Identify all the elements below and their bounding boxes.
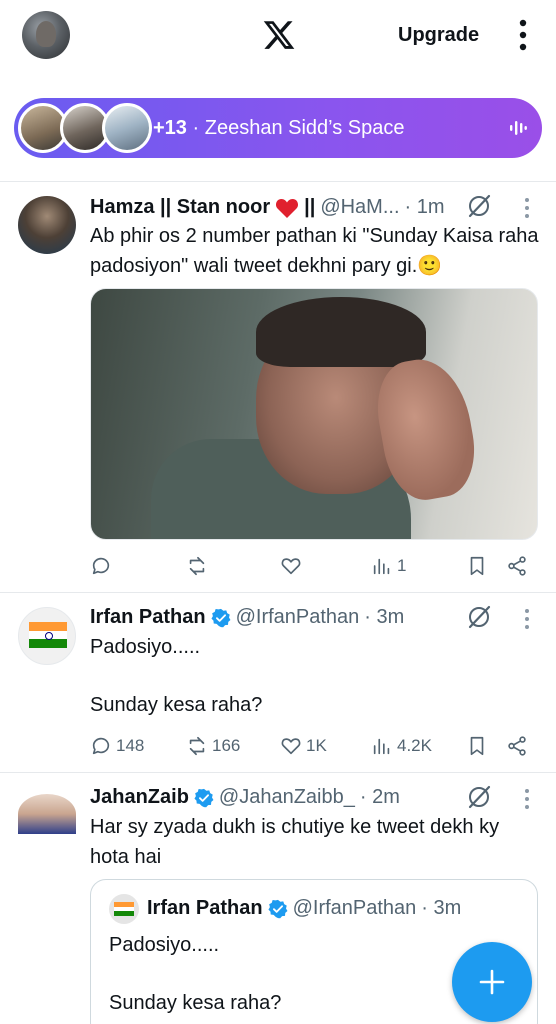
- bookmark-button[interactable]: [466, 551, 488, 581]
- tweet-timestamp[interactable]: · 2m: [360, 786, 400, 809]
- author-avatar[interactable]: [18, 607, 76, 665]
- reply-icon: [92, 557, 110, 575]
- india-flag-icon: [29, 622, 67, 648]
- analytics-icon: [373, 738, 390, 755]
- tweet-header: JahanZaib @JahanZaibb_ · 2m: [90, 786, 400, 809]
- quoted-tweet-header: Irfan Pathan @IrfanPathan · 3m: [147, 897, 461, 920]
- vertical-dots-icon[interactable]: [512, 18, 534, 52]
- author-name[interactable]: Hamza || Stan noor: [90, 196, 270, 219]
- heart-icon: [281, 738, 301, 755]
- bookmark-button[interactable]: [466, 731, 488, 761]
- grok-icon[interactable]: [466, 604, 492, 630]
- repost-button[interactable]: [186, 551, 208, 581]
- share-button[interactable]: [506, 551, 528, 581]
- compose-button[interactable]: [452, 942, 532, 1022]
- reply-button[interactable]: 148: [90, 731, 144, 761]
- upgrade-button[interactable]: Upgrade: [398, 24, 479, 47]
- plus-icon: [479, 969, 505, 995]
- author-handle[interactable]: @HaM...: [320, 196, 399, 219]
- share-icon: [508, 736, 526, 756]
- tweet-timestamp[interactable]: · 1m: [405, 196, 445, 219]
- india-flag-icon: [114, 902, 134, 916]
- tweet-item[interactable]: Irfan Pathan @IrfanPathan · 3m Padosiyo.…: [0, 592, 556, 772]
- tweet-timestamp[interactable]: · 3m: [364, 606, 404, 629]
- repost-icon: [189, 736, 205, 756]
- tweet-item[interactable]: Hamza || Stan noor || @HaM... · 1m Ab ph…: [0, 181, 556, 593]
- author-handle[interactable]: @JahanZaibb_: [219, 786, 355, 809]
- repost-icon: [189, 556, 205, 576]
- x-logo-icon[interactable]: [262, 18, 296, 52]
- tweet-media-image[interactable]: [90, 288, 538, 540]
- tweet-text-line: Sunday kesa raha?: [90, 694, 263, 716]
- grok-icon[interactable]: [466, 193, 492, 219]
- like-button[interactable]: [280, 551, 302, 581]
- tweet-more-icon[interactable]: [523, 197, 531, 219]
- space-separator: ·: [192, 117, 200, 139]
- share-button[interactable]: [506, 731, 528, 761]
- quoted-author-handle: @IrfanPathan: [292, 897, 417, 919]
- profile-avatar[interactable]: [22, 11, 70, 59]
- author-handle[interactable]: @IrfanPathan: [236, 606, 360, 629]
- heart-emoji-icon: [276, 198, 299, 218]
- views-button[interactable]: 4.2K: [371, 731, 432, 761]
- tweet-more-icon[interactable]: [523, 608, 531, 630]
- grok-icon[interactable]: [466, 784, 492, 810]
- quoted-tweet-text-line: Padosiyo.....: [109, 934, 220, 956]
- space-title: +13 · Zeeshan Sidd’s Space: [153, 117, 405, 140]
- repost-button[interactable]: 166: [186, 731, 240, 761]
- author-avatar[interactable]: [18, 196, 76, 254]
- author-name[interactable]: JahanZaib: [90, 786, 189, 809]
- author-name-suffix: ||: [304, 196, 316, 218]
- like-count: 1K: [306, 736, 327, 755]
- author-avatar[interactable]: [18, 794, 76, 834]
- top-bar: Upgrade: [0, 0, 556, 75]
- views-count: 4.2K: [397, 736, 432, 755]
- audio-waveform-icon: [510, 121, 527, 135]
- author-name[interactable]: Irfan Pathan: [90, 606, 206, 629]
- space-listener-count: +13: [153, 117, 187, 139]
- verified-badge-icon: [211, 608, 231, 627]
- verified-badge-icon: [268, 899, 288, 918]
- reply-icon: [92, 737, 110, 755]
- space-participant-avatar: [102, 103, 152, 153]
- tweet-text: Har sy zyada dukh is chutiye ke tweet de…: [90, 816, 500, 868]
- share-icon: [508, 556, 526, 576]
- live-space-banner[interactable]: +13 · Zeeshan Sidd’s Space: [14, 98, 542, 158]
- reply-count: 148: [116, 736, 145, 755]
- quoted-tweet-timestamp: · 3m: [421, 897, 462, 919]
- tweet-header: Hamza || Stan noor || @HaM... · 1m: [90, 196, 445, 219]
- tweet-text: Ab phir os 2 number pathan ki "Sunday Ka…: [90, 225, 539, 277]
- like-button[interactable]: 1K: [280, 731, 327, 761]
- quoted-author-avatar[interactable]: [109, 894, 139, 924]
- verified-badge-icon: [194, 788, 214, 807]
- views-count: 1: [397, 556, 407, 575]
- bookmark-icon: [470, 736, 484, 756]
- tweet-actions: 1: [90, 551, 538, 581]
- views-button[interactable]: 1: [371, 551, 406, 581]
- repost-count: 166: [212, 736, 241, 755]
- heart-icon: [281, 558, 301, 575]
- bookmark-icon: [470, 556, 484, 576]
- tweet-more-icon[interactable]: [523, 788, 531, 810]
- tweet-text-line: Padosiyo.....: [90, 636, 201, 658]
- analytics-icon: [373, 558, 390, 575]
- quoted-author-name: Irfan Pathan: [147, 897, 263, 919]
- tweet-header: Irfan Pathan @IrfanPathan · 3m: [90, 606, 404, 629]
- space-name: Zeeshan Sidd’s Space: [204, 117, 405, 139]
- tweet-actions: 148 166 1K 4.2K: [90, 731, 538, 761]
- quoted-tweet-text-line: Sunday kesa raha?: [109, 992, 282, 1014]
- reply-button[interactable]: [90, 551, 112, 581]
